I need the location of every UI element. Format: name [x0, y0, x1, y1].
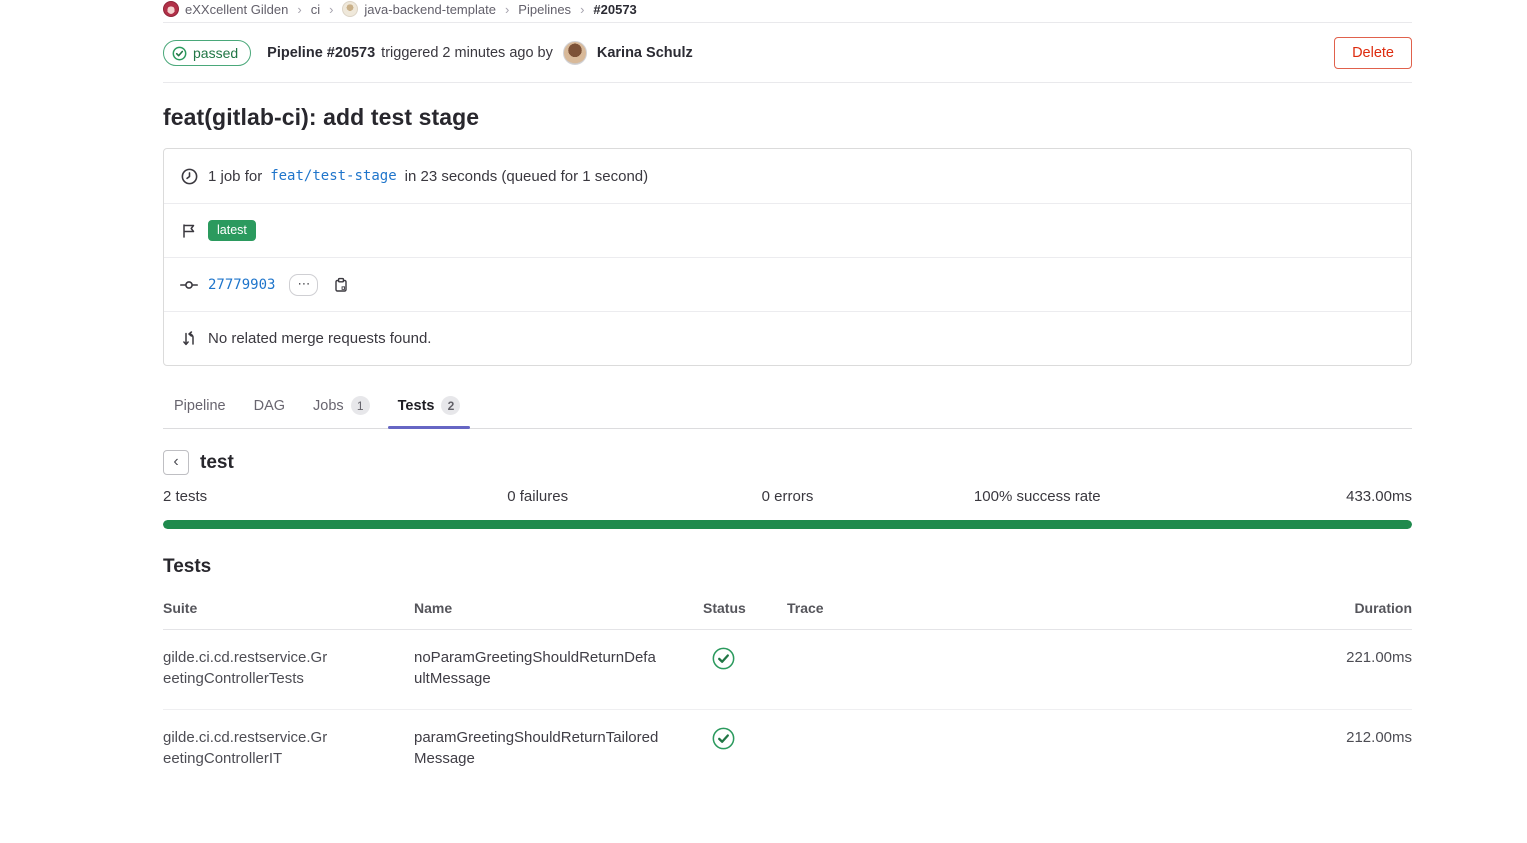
- tab-dag[interactable]: DAG: [244, 385, 295, 428]
- breadcrumb-subgroup-label: ci: [311, 2, 320, 17]
- status-passed-icon: [712, 647, 735, 670]
- breadcrumb-group-label: eXXcellent Gilden: [185, 2, 288, 17]
- tab-pipeline[interactable]: Pipeline: [164, 385, 236, 428]
- job-summary-suffix: in 23 seconds (queued for 1 second): [405, 168, 649, 185]
- breadcrumb-group[interactable]: eXXcellent Gilden: [163, 1, 288, 17]
- column-suite: Suite: [163, 588, 414, 630]
- group-avatar-icon: [163, 1, 179, 17]
- test-suite-title: test: [200, 452, 234, 474]
- job-summary-row: 1 job for feat/test-stage in 23 seconds …: [164, 149, 1411, 203]
- column-trace: Trace: [787, 588, 1282, 630]
- status-passed-icon: [712, 727, 735, 750]
- test-suite-cell: gilde.ci.cd.restservice.GreetingControll…: [163, 647, 331, 690]
- commit-row: 27779903 ⋯: [164, 257, 1411, 311]
- test-row[interactable]: gilde.ci.cd.restservice.GreetingControll…: [163, 709, 1412, 788]
- pipeline-summary: Pipeline #20573 triggered 2 minutes ago …: [267, 41, 1318, 65]
- tab-jobs-label: Jobs: [313, 398, 344, 414]
- test-row[interactable]: gilde.ci.cd.restservice.GreetingControll…: [163, 630, 1412, 710]
- branch-link[interactable]: feat/test-stage: [270, 168, 396, 184]
- pipeline-id-label: Pipeline #20573: [267, 45, 375, 61]
- test-trace-cell: [787, 709, 1282, 788]
- delete-button[interactable]: Delete: [1334, 37, 1412, 69]
- test-name-cell: paramGreetingShouldReturnTailoredMessage: [414, 727, 660, 770]
- tab-jobs-count-badge: 1: [351, 396, 370, 415]
- tests-heading: Tests: [163, 556, 1412, 578]
- chevron-right-icon: ›: [580, 2, 584, 17]
- pipeline-header: passed Pipeline #20573 triggered 2 minut…: [163, 23, 1412, 83]
- breadcrumb-subgroup[interactable]: ci: [311, 2, 320, 17]
- copy-commit-sha-button[interactable]: [334, 277, 349, 293]
- test-suite-header: ‹ test: [163, 450, 1412, 475]
- check-circle-icon: [172, 46, 187, 61]
- success-rate-bar-fill: [163, 520, 1412, 529]
- tab-tests[interactable]: Tests 2: [388, 385, 471, 428]
- pipeline-status-badge[interactable]: passed: [163, 40, 251, 66]
- pipeline-page: eXXcellent Gilden › ci › java-backend-te…: [163, 0, 1412, 788]
- stat-errors: 0 errors: [663, 488, 913, 505]
- test-duration-cell: 221.00ms: [1282, 630, 1412, 710]
- tests-table-header: Suite Name Status Trace Duration: [163, 588, 1412, 630]
- chevron-right-icon: ›: [329, 2, 333, 17]
- commit-sha-link[interactable]: 27779903: [208, 277, 275, 293]
- breadcrumb-project-label: java-backend-template: [364, 2, 496, 17]
- clipboard-icon: [334, 277, 349, 293]
- test-name-cell: noParamGreetingShouldReturnDefaultMessag…: [414, 647, 660, 690]
- flag-icon: [180, 223, 198, 239]
- commit-icon: [180, 278, 198, 292]
- breadcrumb-pipelines[interactable]: Pipelines: [518, 2, 571, 17]
- breadcrumb-pipeline-id-label: #20573: [593, 2, 636, 17]
- project-avatar-icon: [342, 1, 358, 17]
- tests-table: Suite Name Status Trace Duration gilde.c…: [163, 588, 1412, 788]
- column-duration: Duration: [1282, 588, 1412, 630]
- test-trace-cell: [787, 630, 1282, 710]
- merge-request-text: No related merge requests found.: [208, 330, 431, 347]
- stat-success-rate: 100% success rate: [912, 488, 1162, 505]
- user-avatar[interactable]: [563, 41, 587, 65]
- pipeline-tabs: Pipeline DAG Jobs 1 Tests 2: [163, 385, 1412, 429]
- test-suite-stats: 2 tests 0 failures 0 errors 100% success…: [163, 488, 1412, 505]
- merge-request-row: No related merge requests found.: [164, 311, 1411, 365]
- job-summary-prefix: 1 job for: [208, 168, 262, 185]
- status-badge-label: passed: [193, 45, 238, 61]
- stat-total-tests: 2 tests: [163, 488, 413, 505]
- breadcrumb: eXXcellent Gilden › ci › java-backend-te…: [163, 0, 1412, 23]
- column-name: Name: [414, 588, 703, 630]
- chevron-right-icon: ›: [505, 2, 509, 17]
- column-status: Status: [703, 588, 787, 630]
- page-title: feat(gitlab-ci): add test stage: [163, 104, 1412, 131]
- tab-tests-label: Tests: [398, 398, 435, 414]
- commit-message-toggle-button[interactable]: ⋯: [289, 274, 318, 296]
- latest-badge[interactable]: latest: [208, 220, 256, 241]
- user-name-link[interactable]: Karina Schulz: [597, 45, 693, 61]
- stat-duration: 433.00ms: [1162, 488, 1412, 505]
- stat-failures: 0 failures: [413, 488, 663, 505]
- chevron-right-icon: ›: [297, 2, 301, 17]
- tab-dag-label: DAG: [254, 398, 285, 414]
- breadcrumb-project[interactable]: java-backend-template: [342, 1, 496, 17]
- triggered-text: triggered 2 minutes ago by: [381, 45, 553, 61]
- clock-icon: [180, 168, 198, 185]
- tab-tests-count-badge: 2: [441, 396, 460, 415]
- tab-pipeline-label: Pipeline: [174, 398, 226, 414]
- breadcrumb-pipelines-label: Pipelines: [518, 2, 571, 17]
- tab-jobs[interactable]: Jobs 1: [303, 385, 380, 428]
- back-button[interactable]: ‹: [163, 450, 189, 475]
- test-suite-cell: gilde.ci.cd.restservice.GreetingControll…: [163, 727, 331, 770]
- merge-request-icon: [180, 331, 198, 347]
- latest-badge-row: latest: [164, 203, 1411, 257]
- breadcrumb-pipeline-id: #20573: [593, 2, 636, 17]
- test-duration-cell: 212.00ms: [1282, 709, 1412, 788]
- pipeline-info-card: 1 job for feat/test-stage in 23 seconds …: [163, 148, 1412, 366]
- success-rate-bar: [163, 520, 1412, 529]
